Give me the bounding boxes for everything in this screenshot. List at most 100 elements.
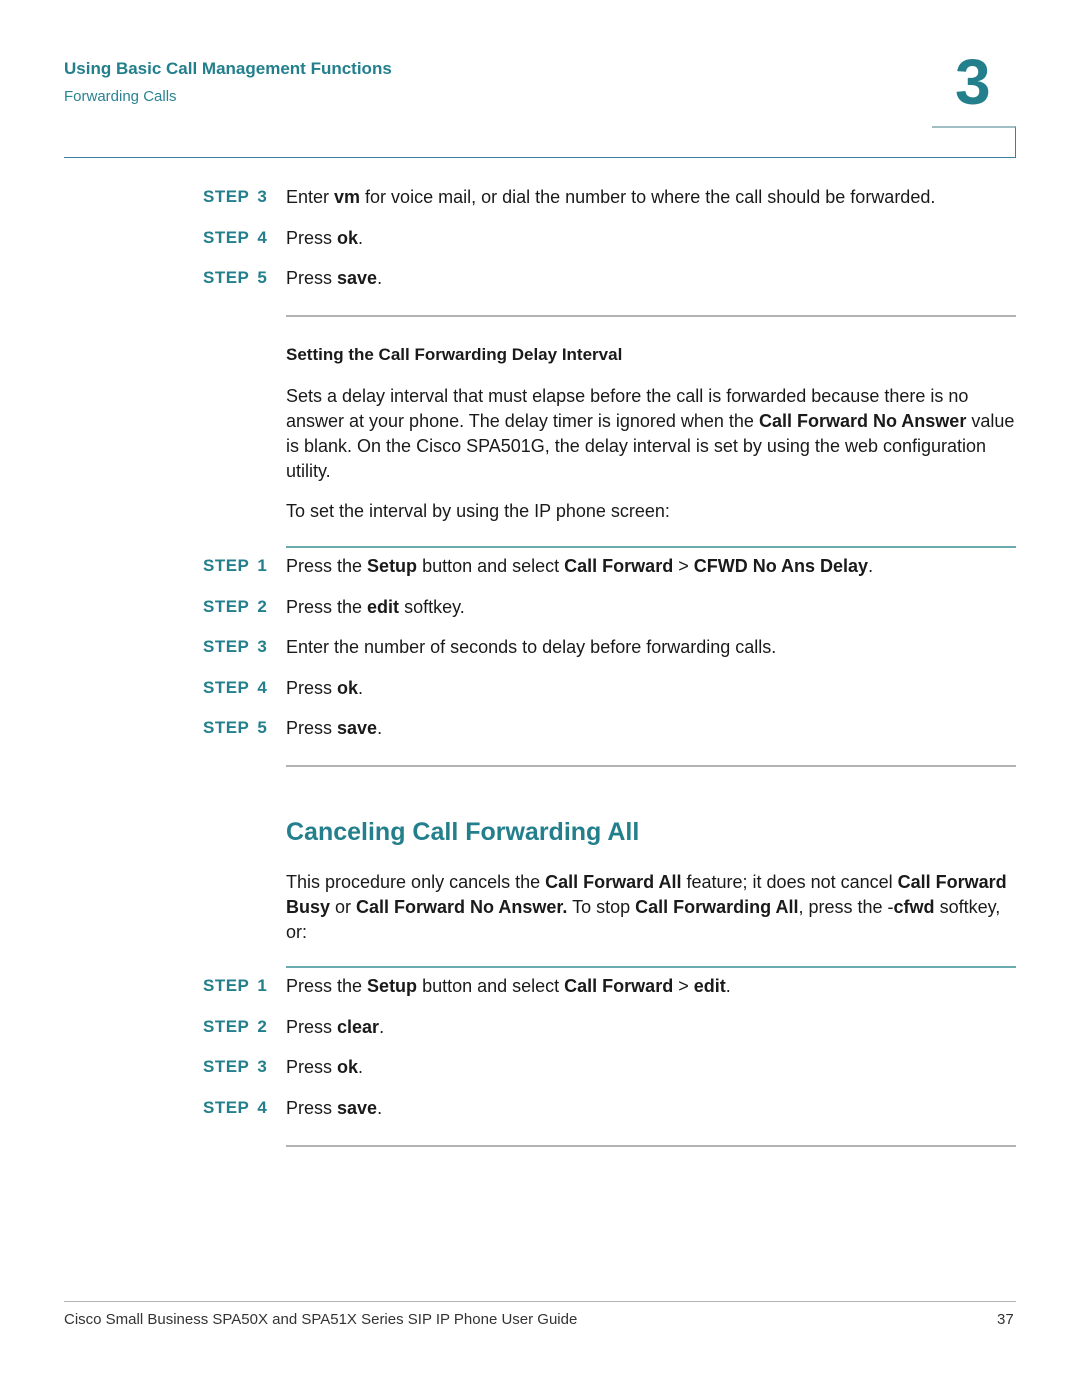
text-run: . <box>725 976 731 996</box>
delay-description: Sets a delay interval that must elapse b… <box>286 384 1021 484</box>
text-run: Enter the number of seconds to delay bef… <box>286 637 777 657</box>
step-item: STEP 4 Press save. <box>203 1097 382 1119</box>
emphasized-term: ok <box>337 1057 359 1077</box>
step-text: Press the Setup button and select Call F… <box>286 555 873 577</box>
emphasized-term: edit <box>693 976 726 996</box>
step-label: STEP 1 <box>203 975 286 997</box>
step-item: STEP 2 Press clear. <box>203 1016 384 1038</box>
subsection-heading: Setting the Call Forwarding Delay Interv… <box>286 345 623 364</box>
text-run: for voice mail, or dial the number to wh… <box>360 187 936 207</box>
step-label: STEP 3 <box>203 1056 286 1078</box>
text-run: Press <box>286 718 338 738</box>
text-run: . <box>377 268 383 288</box>
step-number: 1 <box>257 976 268 995</box>
emphasized-term: save <box>337 718 378 738</box>
step-number: 4 <box>257 228 268 247</box>
text-run: Press <box>286 1017 338 1037</box>
emphasized-term: edit <box>367 597 400 617</box>
text-run: Press <box>286 228 338 248</box>
text-run: . <box>358 1057 364 1077</box>
emphasized-term: ok <box>337 228 359 248</box>
emphasized-term: Setup <box>367 556 418 576</box>
step-word: STEP <box>203 976 250 995</box>
step-number: 4 <box>257 678 268 697</box>
step-label: STEP 5 <box>203 267 286 289</box>
step-item: STEP 1 Press the Setup button and select C… <box>203 555 873 577</box>
step-number: 4 <box>257 1098 268 1117</box>
step-item: STEP 1 Press the Setup button and select C… <box>203 975 731 997</box>
emphasized-term: Setup <box>367 976 418 996</box>
emphasized-term: ok <box>337 678 359 698</box>
step-label: STEP 1 <box>203 555 286 577</box>
text-run: Press the <box>286 976 368 996</box>
step-word: STEP <box>203 1057 250 1076</box>
emphasized-term: vm <box>334 187 361 207</box>
step-item: STEP 3 Press ok. <box>203 1056 363 1078</box>
text-run: , press the - <box>798 897 894 917</box>
emphasized-term: Call Forward <box>564 976 674 996</box>
text-run: or <box>330 897 357 917</box>
step-number: 2 <box>257 597 268 616</box>
step-item: STEP 5 Press save. <box>203 267 382 289</box>
step-number: 2 <box>257 1017 268 1036</box>
step-number: 3 <box>257 187 268 206</box>
section-name: Forwarding Calls <box>64 88 177 105</box>
emphasized-term: clear <box>337 1017 380 1037</box>
emphasized-term: Call Forwarding All <box>635 897 799 917</box>
step-item: STEP 4 Press ok. <box>203 677 363 699</box>
step-word: STEP <box>203 637 250 656</box>
step-text: Press the edit softkey. <box>286 596 465 618</box>
text-run: > <box>673 976 694 996</box>
step-number: 1 <box>257 556 268 575</box>
text-run: Press the <box>286 597 368 617</box>
chapter-number: 3 <box>955 46 991 118</box>
step-item: STEP 2 Press the edit softkey. <box>203 596 465 618</box>
procedure-end-divider <box>286 315 1016 317</box>
step-text: Press clear. <box>286 1016 384 1038</box>
step-text: Enter the number of seconds to delay bef… <box>286 636 776 658</box>
step-item: STEP 3 Enter the number of seconds to dela… <box>203 636 776 658</box>
step-text: Press save. <box>286 717 382 739</box>
text-run: > <box>673 556 694 576</box>
step-text: Press save. <box>286 267 382 289</box>
step-word: STEP <box>203 228 250 247</box>
text-run: Press <box>286 268 338 288</box>
step-word: STEP <box>203 1098 250 1117</box>
step-item: STEP 4 Press ok. <box>203 227 363 249</box>
step-word: STEP <box>203 678 250 697</box>
chapter-title: Using Basic Call Management Functions <box>64 59 392 78</box>
cancel-description: This procedure only cancels the Call For… <box>286 870 1021 945</box>
section-heading: Canceling Call Forwarding All <box>286 818 640 846</box>
step-label: STEP 2 <box>203 1016 286 1038</box>
step-text: Press save. <box>286 1097 382 1119</box>
step-number: 3 <box>257 1057 268 1076</box>
step-number: 5 <box>257 718 268 737</box>
step-label: STEP 4 <box>203 677 286 699</box>
step-word: STEP <box>203 187 250 206</box>
emphasized-term: Call Forward No Answer. <box>356 897 568 917</box>
text-run: Press <box>286 1098 338 1118</box>
step-text: Press ok. <box>286 1056 363 1078</box>
emphasized-term: save <box>337 1098 378 1118</box>
step-item: STEP 3 Enter vm for voice mail, or dial th… <box>203 186 935 208</box>
text-run: button and select <box>417 556 565 576</box>
step-number: 3 <box>257 637 268 656</box>
text-run: . <box>868 556 874 576</box>
procedure-end-divider <box>286 1145 1016 1147</box>
emphasized-term: cfwd <box>893 897 935 917</box>
step-word: STEP <box>203 597 250 616</box>
emphasized-term: Call Forward <box>564 556 674 576</box>
page-number: 37 <box>997 1311 1014 1328</box>
step-text: Enter vm for voice mail, or dial the num… <box>286 186 935 208</box>
emphasized-term: Call Forward All <box>545 872 682 892</box>
text-run: Press <box>286 678 338 698</box>
text-run: Enter <box>286 187 335 207</box>
text-run: Press the <box>286 556 368 576</box>
step-word: STEP <box>203 718 250 737</box>
text-run: This procedure only cancels the <box>286 872 546 892</box>
step-label: STEP 2 <box>203 596 286 618</box>
procedure-start-divider <box>286 546 1016 548</box>
step-text: Press ok. <box>286 227 363 249</box>
step-label: STEP 4 <box>203 227 286 249</box>
text-run: . <box>358 678 364 698</box>
